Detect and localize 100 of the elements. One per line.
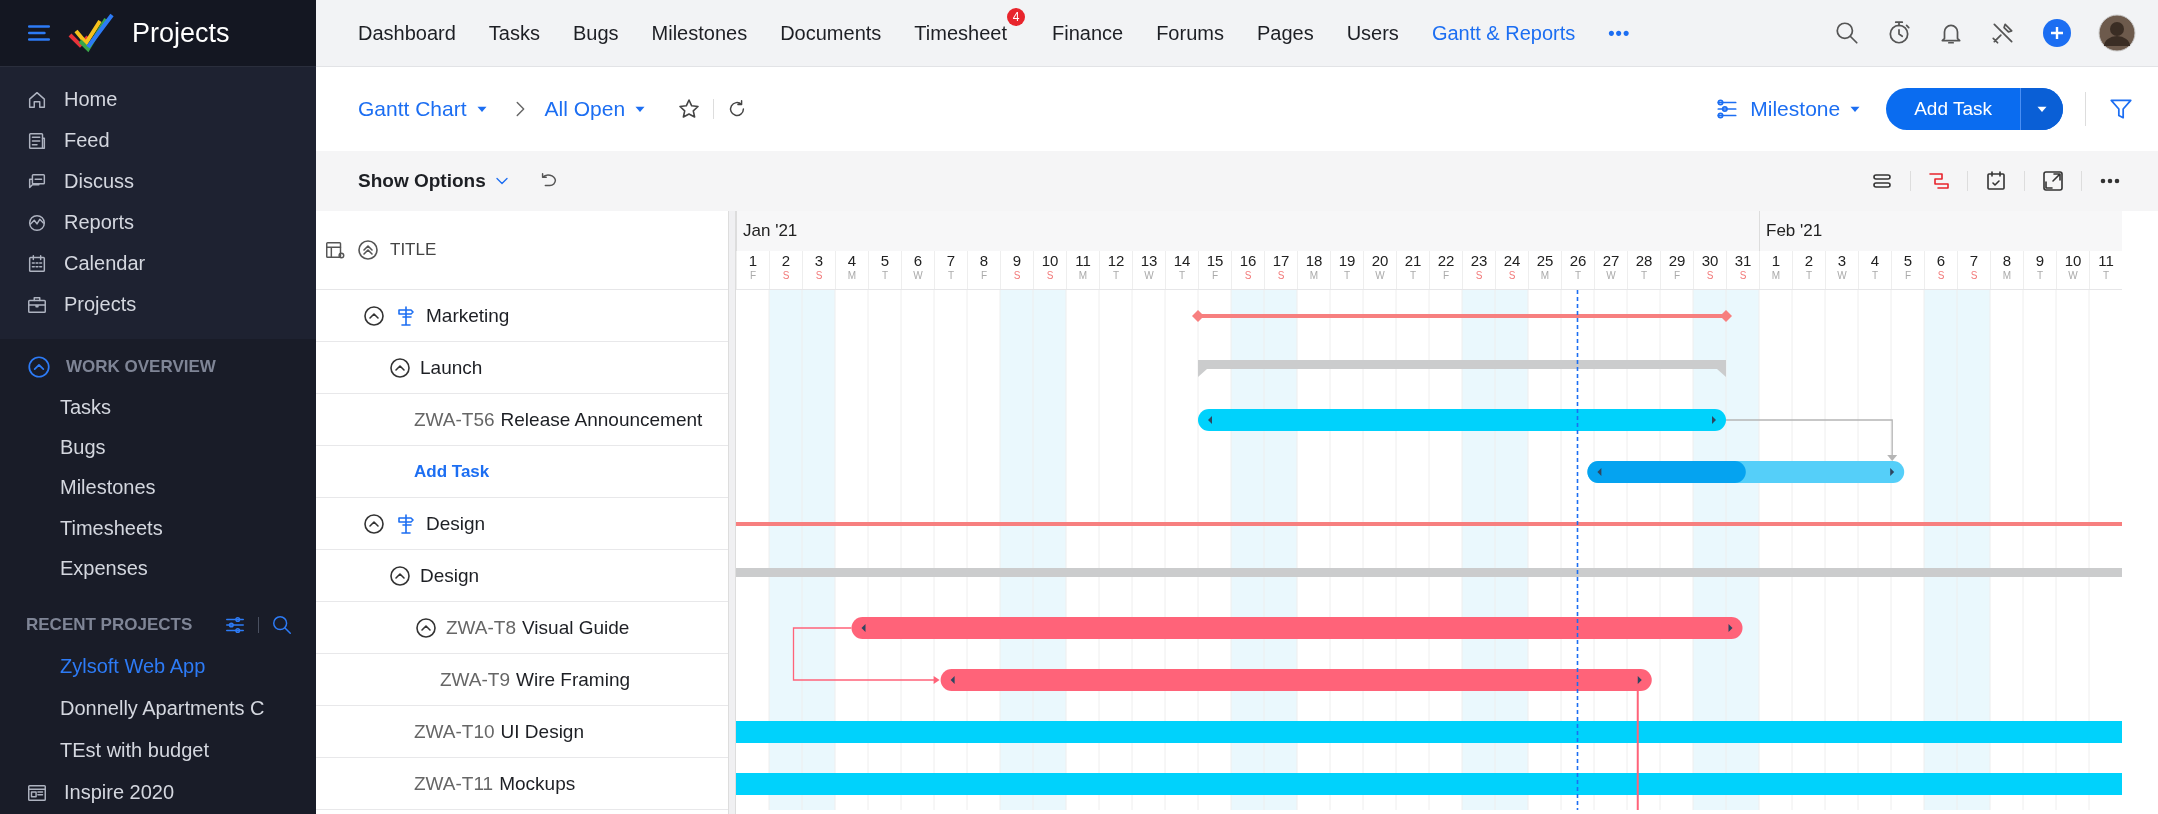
day-label: 4 — [1870, 251, 1880, 270]
nav-tab[interactable]: Pages — [1256, 21, 1314, 45]
add-task-link[interactable]: Add Task — [414, 461, 490, 482]
nav-item[interactable]: Feed — [0, 120, 110, 161]
nav-item[interactable]: Home — [0, 79, 118, 120]
milestone-bar[interactable] — [1192, 310, 1732, 322]
expand-icon[interactable] — [2041, 169, 2065, 193]
nav-item[interactable]: Tasks — [0, 387, 112, 428]
weekday-label: F — [1442, 270, 1450, 282]
nav-tab[interactable]: Dashboard — [358, 21, 456, 45]
task-title[interactable]: Visual Guide — [522, 616, 630, 639]
weekday-label: S — [1937, 270, 1945, 282]
task-list-title[interactable]: Design — [420, 564, 480, 587]
task-title[interactable]: Wire Framing — [516, 668, 631, 691]
weekday-label: W — [1375, 270, 1385, 282]
day-label: 24 — [1503, 251, 1521, 270]
project-link[interactable]: Donnelly Apartments C — [60, 696, 265, 720]
day-label: 10 — [2064, 251, 2082, 270]
collapse-icon[interactable] — [362, 511, 386, 536]
day-label: 11 — [2098, 251, 2114, 270]
weekday-label: T — [1805, 270, 1813, 282]
day-label: 3 — [814, 251, 824, 270]
milestone-title[interactable]: Design — [426, 512, 486, 535]
day-label: 10 — [1041, 251, 1059, 270]
collapse-icon[interactable] — [388, 355, 412, 380]
weekday-label: S — [1013, 270, 1021, 282]
collapse-icon[interactable] — [414, 615, 438, 640]
group-by-dropdown[interactable]: Milestone — [1750, 97, 1865, 121]
collapse-icon[interactable] — [362, 303, 386, 328]
weekday-label: W — [1144, 270, 1154, 282]
collapse-icon[interactable] — [388, 563, 412, 588]
nav-item[interactable]: Expenses — [0, 548, 148, 589]
weekday-label: W — [2068, 270, 2078, 282]
app-title: Projects — [132, 17, 230, 49]
filter-dropdown[interactable]: All Open — [544, 97, 650, 121]
nav-tab[interactable]: Milestones — [651, 21, 748, 45]
day-label: 31 — [1734, 251, 1752, 270]
nav-item[interactable]: Discuss — [0, 161, 134, 202]
day-label: 23 — [1470, 251, 1488, 270]
nav-tab[interactable]: Gantt & Reports — [1431, 21, 1576, 45]
weekday-label: S — [1475, 270, 1483, 282]
weekday-label: S — [1244, 270, 1252, 282]
weekday-label: S — [1277, 270, 1285, 282]
project-link[interactable]: Inspire 2020 — [64, 781, 175, 805]
search-icon[interactable] — [1834, 20, 1860, 46]
nav-item[interactable]: Timesheets — [0, 508, 163, 549]
weekday-label: F — [980, 270, 988, 282]
calendar-icon[interactable] — [1984, 169, 2008, 193]
nav-item[interactable]: Bugs — [0, 427, 106, 468]
nav-tab[interactable]: Forums — [1156, 21, 1224, 45]
task-id: ZWA-T11 — [414, 772, 494, 795]
project-link[interactable]: TEst with budget — [60, 739, 209, 763]
section-heading: WORK OVERVIEW — [66, 357, 216, 378]
weekday-label: T — [1640, 270, 1648, 282]
day-label: 1 — [748, 251, 758, 270]
add-icon[interactable] — [2042, 18, 2072, 48]
nav-tab[interactable]: Documents — [780, 21, 882, 45]
view-dropdown[interactable]: Gantt Chart — [358, 97, 491, 121]
star-icon[interactable] — [677, 97, 702, 121]
day-label: 20 — [1371, 251, 1389, 270]
day-label: 2 — [781, 251, 791, 270]
table-settings-icon[interactable] — [324, 239, 346, 261]
collapse-all-icon[interactable] — [356, 238, 380, 262]
section-heading: RECENT PROJECTS — [26, 614, 193, 635]
project-link[interactable]: Zylsoft Web App — [60, 654, 206, 678]
day-label: 8 — [2002, 251, 2012, 270]
day-label: 6 — [1936, 251, 1946, 270]
day-label: 7 — [1969, 251, 1979, 270]
weekday-label: S — [782, 270, 790, 282]
day-label: 8 — [979, 251, 989, 270]
show-options-button[interactable]: Show Options — [358, 170, 512, 192]
task-id: ZWA-T8 — [446, 616, 516, 639]
nav-tab[interactable]: Finance — [1051, 21, 1124, 45]
task-title[interactable]: UI Design — [500, 720, 584, 743]
task-id: ZWA-T10 — [414, 720, 495, 743]
nav-tab[interactable]: Users — [1346, 21, 1399, 45]
task-title[interactable]: Mockups — [499, 772, 576, 795]
task-list-title[interactable]: Launch — [420, 356, 483, 379]
count-badge: 4 — [1006, 7, 1025, 26]
weekday-label: W — [1606, 270, 1616, 282]
nav-tab[interactable]: Tasks — [488, 21, 540, 45]
day-label: 30 — [1701, 251, 1719, 270]
nav-tab[interactable]: Bugs — [572, 21, 619, 45]
weekday-label: M — [1309, 270, 1319, 282]
search-icon[interactable] — [271, 613, 294, 636]
avatar[interactable] — [2098, 14, 2136, 52]
day-label: 19 — [1338, 251, 1356, 270]
day-label: 9 — [2035, 251, 2045, 270]
day-label: 27 — [1602, 251, 1620, 270]
weekday-label: T — [1178, 270, 1186, 282]
task-title[interactable]: Release Announcement — [500, 408, 703, 431]
nav-item[interactable]: Calendar — [0, 243, 146, 284]
task-id: ZWA-T9 — [440, 668, 510, 691]
nav-item[interactable]: Projects — [0, 284, 137, 325]
milestone-title[interactable]: Marketing — [426, 304, 510, 327]
nav-item[interactable]: Reports — [0, 202, 135, 243]
day-label: 29 — [1668, 251, 1686, 270]
nav-tab[interactable]: Timesheet — [914, 21, 1007, 44]
more-button[interactable]: ••• — [1608, 22, 1631, 44]
nav-item[interactable]: Milestones — [0, 467, 156, 509]
